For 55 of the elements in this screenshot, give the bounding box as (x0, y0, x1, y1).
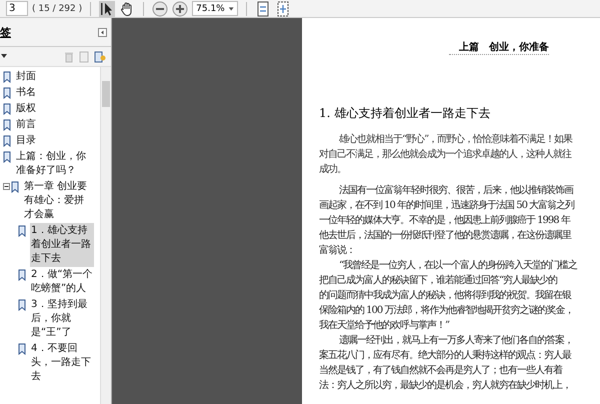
zoom-in-button[interactable] (172, 0, 188, 16)
text-line: 雄心也就相当于“野心”，而野心，恰恰意味着不满足！如果 (338, 132, 574, 147)
bookmark-icon (18, 269, 27, 281)
collapse-panel-icon[interactable] (98, 28, 107, 36)
text-line: 把自己成为富人的秘诀留下，谁若能通过回答“穷人最缺少的 (319, 274, 558, 288)
new-bookmark-icon[interactable] (94, 50, 106, 62)
text-line: 成功。 (319, 162, 347, 177)
dropdown-arrow-icon[interactable] (228, 6, 234, 12)
text-line: 案五花八门，应有尽有。绝大部分的人秉持这样的观点：穷人最 (319, 348, 572, 363)
section-title: 1. 雄心支持着创业者一路走下去 (319, 105, 492, 122)
bookmark-item[interactable]: 1．雄心支持着创业者一路走下去 (30, 223, 94, 267)
text-line: “我曾经是一位穷人，在以一个富人的身份跨入天堂的门槛之 (338, 258, 578, 273)
fit-page-icon[interactable] (255, 0, 272, 16)
bookmark-icon (3, 151, 12, 163)
text-line: 对自己不满足，那么他就会成为一个追求卓越的人，这种人就往 (319, 148, 572, 162)
text-line: 保险箱内的 100 万法郎，将作为他睿智地揭开贫穷之谜的奖金， (319, 304, 574, 318)
text-line: 一位年轻的媒体大亨。不幸的是，他因患上前列腺癌于 1998 年 (319, 214, 572, 228)
bookmark-icon (3, 103, 12, 115)
bookmark-icon (18, 343, 27, 355)
bookmark-item[interactable]: 前言 (15, 117, 93, 133)
select-tool-button[interactable] (99, 0, 116, 16)
fit-width-icon[interactable] (275, 0, 292, 16)
text-line: 法国有一位富翁年轻时很穷、很苦，后来，他以推销装饰画 (338, 184, 574, 198)
bookmark-item[interactable]: 4．不要回头，一路走下去 (30, 341, 94, 385)
zoom-out-button[interactable] (152, 0, 168, 16)
page-number-field[interactable]: 3 (6, 1, 28, 16)
bookmark-icon (3, 119, 12, 131)
bookmark-icon (3, 71, 12, 83)
text-line: 富翁说： (319, 244, 356, 258)
options-arrow-icon[interactable] (1, 54, 7, 59)
text-line: 画起家，在不到 10 年的时间里，迅速跻身于法国 50 大富翁之列 (319, 198, 576, 213)
text-line: 法：穷人之所以穷，最缺少的是机会，穷人就穷在缺少时机上， (319, 378, 572, 393)
bookmark-item[interactable]: 3．坚持到最后，你就是“王”了 (30, 297, 94, 341)
zoom-field[interactable]: 75.1% (192, 1, 238, 16)
bookmark-icon (3, 135, 12, 147)
bookmark-item[interactable]: 版权 (15, 101, 93, 117)
text-line: 当然是钱了，有了钱自然就不会再是穷人了；也有一些人有着 (319, 364, 564, 378)
bookmark-item[interactable]: 2．做“第一个吃螃蟹”的人 (30, 267, 94, 297)
panel-title: 签 (0, 24, 11, 40)
running-header: 上篇 创业，你准备 (449, 40, 549, 55)
bookmark-item[interactable]: 书名 (15, 85, 93, 101)
bookmark-item[interactable]: 封面 (15, 69, 93, 85)
text-line: 我在天堂给予他的欢呼与掌声！” (319, 318, 450, 333)
text-line: 的问题而猜中我成为富人的秘诀，他将得到我的祝贺。我留在银 (319, 288, 572, 303)
bookmark-item[interactable]: 目录 (15, 133, 93, 149)
bookmark-item[interactable]: 上篇：创业，你准备好了吗？ (15, 149, 93, 179)
bookmark-icon (11, 181, 20, 193)
text-line: 遗嘱一经刊出，就马上有一万多人寄来了他们各自的答案， (338, 334, 574, 348)
bookmark-item[interactable]: 第一章 创业要有雄心：爱拼才会赢 (23, 179, 93, 223)
text-line: 他去世后，法国的一份报纸刊登了他的悬赏遗嘱，在这份遗嘱里 (319, 228, 572, 243)
bookmark-icon (18, 299, 27, 311)
bookmark-icon (3, 87, 12, 99)
collapse-icon[interactable] (3, 183, 10, 190)
bookmark-icon (18, 225, 27, 237)
page-count: ( 15 / 292 ) (32, 4, 82, 14)
